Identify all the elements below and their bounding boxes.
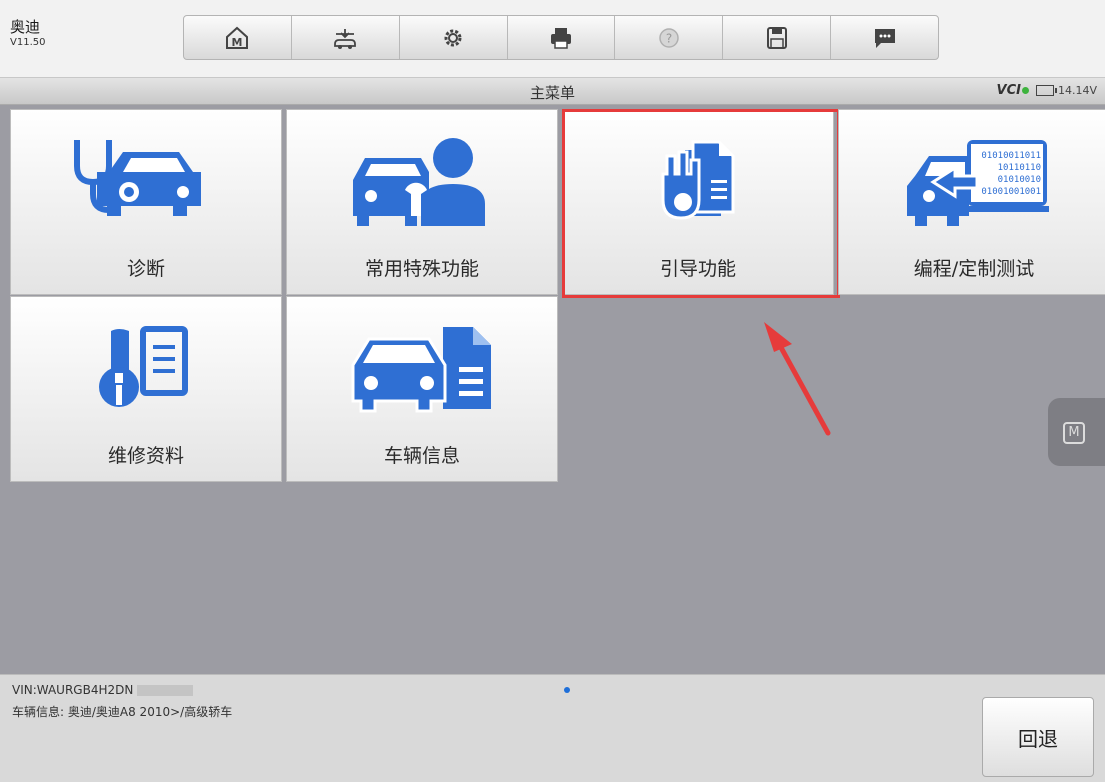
battery-icon [1035,85,1057,96]
tile-vehicle-info[interactable]: 车辆信息 [286,296,558,482]
help-button[interactable]: ? [615,16,724,59]
save-icon [766,26,787,49]
home-icon: M [226,26,249,49]
svg-text:01010010: 01010010 [998,175,1041,185]
tile-label: 常用特殊功能 [364,258,479,280]
save-button[interactable] [723,16,832,59]
vci-connected-icon [1021,87,1029,94]
vci-status: VCI [997,83,1029,98]
home-button[interactable]: M [184,16,292,59]
svg-text:10110110: 10110110 [998,163,1041,173]
vin-redaction [137,685,194,696]
vehicle-swap-button[interactable] [292,16,400,59]
vehicle-info-icon [351,327,491,413]
message-button[interactable] [831,16,938,59]
tile-repair-info[interactable]: 维修资料 [10,296,282,482]
tile-diagnosis[interactable]: 诊断 [10,109,282,295]
message-icon [874,28,895,48]
tile-label: 维修资料 [107,445,184,467]
svg-text:?: ? [666,31,672,45]
help-icon: ? [659,27,679,48]
vin-text: VIN:WAURGB4H2DN [12,683,194,697]
m-icon: M [1063,422,1085,444]
toolbar: M ? [183,15,939,60]
page-title: 主菜单 [529,84,575,102]
vehicle-info-text: 车辆信息: 奥迪/奥迪A8 2010>/高级轿车 [12,705,233,719]
brand-name: 奥迪 [10,18,41,36]
battery-voltage: 14.14V [1035,84,1097,97]
top-header: 奥迪 V11.50 M ? [0,0,1105,78]
print-icon [551,27,571,49]
diagnosis-icon [74,140,201,216]
tile-programming[interactable]: 01010011011 10110110 01010010 0100100100… [838,109,1105,295]
title-bar: 主菜单 VCI 14.14V [0,78,1105,105]
svg-text:01001001001: 01001001001 [981,187,1041,197]
vehicle-swap-icon [334,28,357,49]
bottom-bar: VIN:WAURGB4H2DN 车辆信息: 奥迪/奥迪A8 2010>/高级轿车… [0,674,1105,782]
status-area: VCI 14.14V [997,83,1097,98]
repair-info-icon [99,326,188,407]
floating-menu-button[interactable]: M [1048,398,1105,466]
back-button[interactable]: 回退 [982,697,1094,777]
print-button[interactable] [508,16,616,59]
svg-text:01010011011: 01010011011 [981,151,1041,161]
programming-icon: 01010011011 10110110 01010010 0100100100… [907,140,1049,226]
tile-special-functions[interactable]: 常用特殊功能 [286,109,558,295]
special-functions-icon [353,138,485,226]
software-version: V11.50 [10,37,46,48]
tile-label: 编程/定制测试 [913,258,1035,280]
tile-label: 车辆信息 [383,445,460,467]
selection-highlight [562,109,840,298]
tile-label: 诊断 [126,258,165,280]
svg-text:M: M [232,36,243,49]
settings-icon [444,29,462,46]
settings-button[interactable] [400,16,508,59]
brand-block: 奥迪 V11.50 [10,18,160,50]
page-indicator [564,687,570,693]
